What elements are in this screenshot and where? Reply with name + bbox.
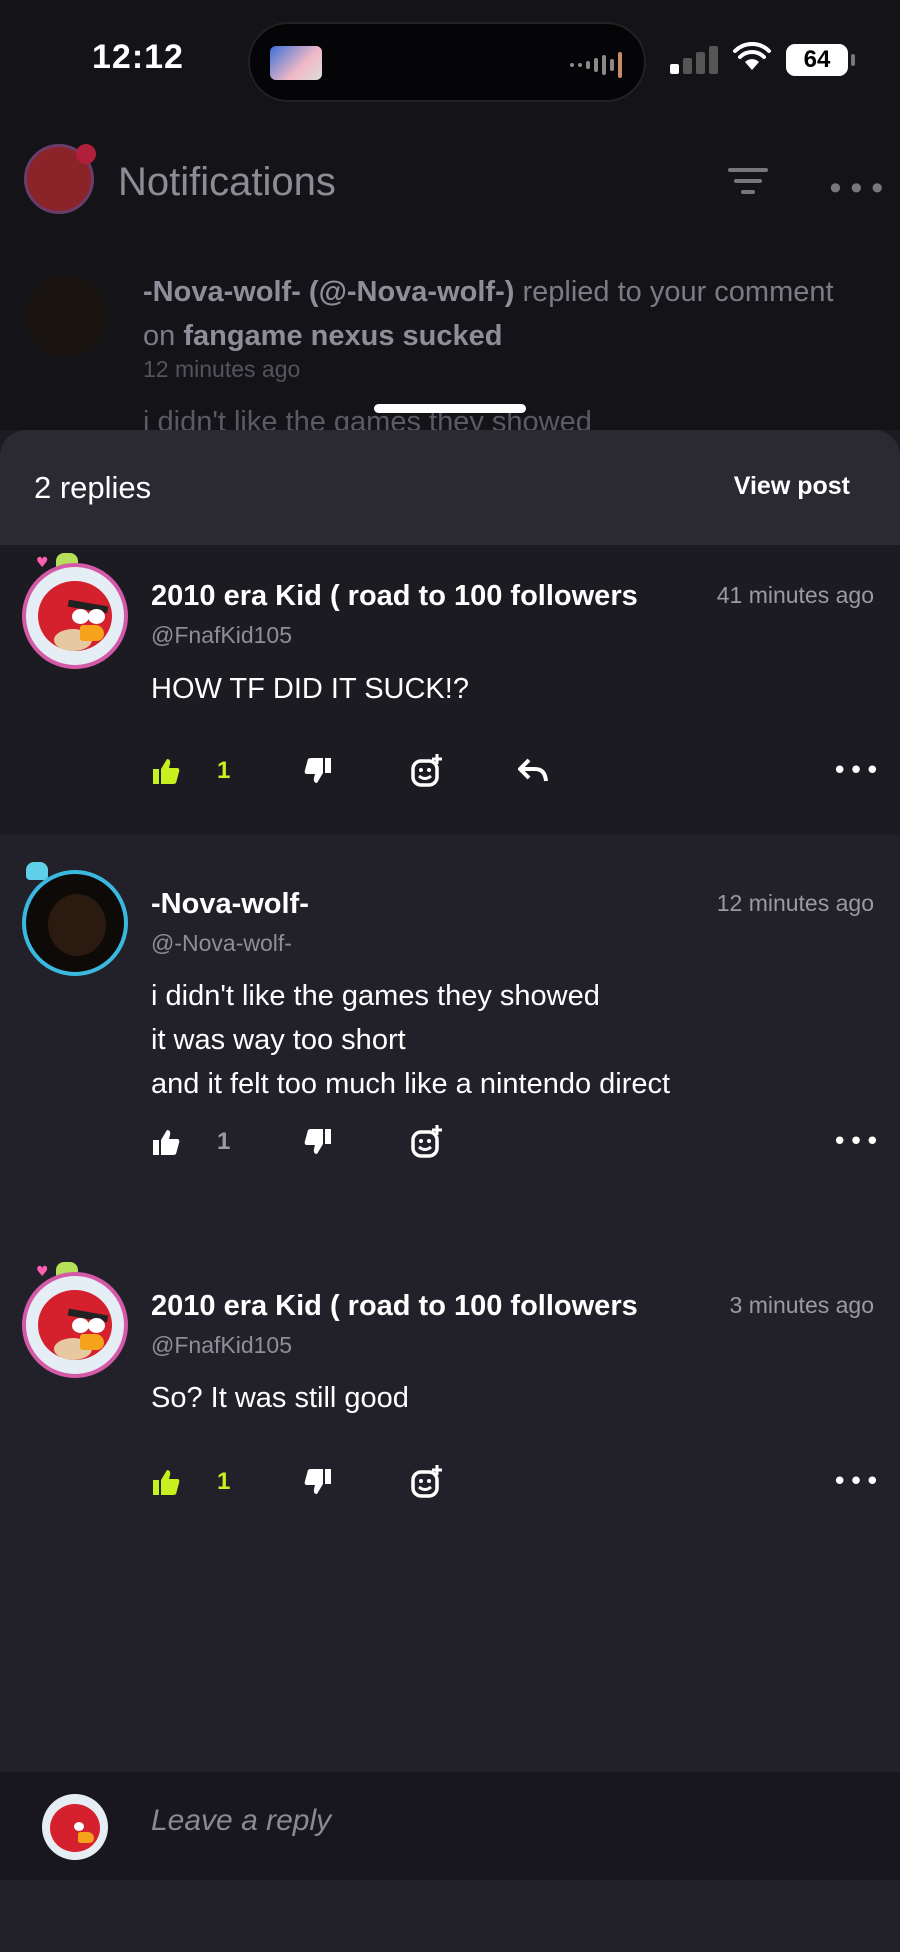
like-count: 1 <box>217 757 231 784</box>
comment-item: ♥ 2010 era Kid ( road to 100 followers 4… <box>0 545 900 835</box>
my-avatar <box>42 1794 108 1860</box>
dislike-button[interactable] <box>303 751 333 791</box>
reply-bar: Leave a reply <box>0 1772 900 1880</box>
comment-line: it was way too short <box>151 1024 406 1056</box>
sheet-header: 2 replies View post <box>0 430 900 545</box>
comment-body: HOW TF DID IT SUCK!? <box>151 667 469 711</box>
notification-avatar <box>26 275 108 357</box>
comment-line: and it felt too much like a nintendo dir… <box>151 1068 671 1100</box>
dislike-button[interactable] <box>303 1462 333 1502</box>
battery-icon: 64 <box>786 44 855 76</box>
heart-decoration-icon: ♥ <box>36 555 49 571</box>
comment-time: 3 minutes ago <box>729 1292 874 1318</box>
more-icon: ••• <box>826 170 889 208</box>
add-reaction-button[interactable] <box>409 751 445 791</box>
sheet-grabber[interactable] <box>374 404 526 413</box>
thumbs-down-icon <box>304 1129 331 1154</box>
avatar[interactable] <box>22 870 128 976</box>
comment-author-name[interactable]: 2010 era Kid ( road to 100 followers <box>151 1290 638 1323</box>
comment-actions: 1 ••• <box>151 1122 881 1162</box>
dislike-button[interactable] <box>303 1122 333 1162</box>
thumbs-up-icon <box>153 759 180 784</box>
like-button[interactable] <box>151 1122 181 1162</box>
thumbs-down-icon <box>304 1469 331 1494</box>
like-count: 1 <box>217 1128 231 1155</box>
reply-arrow-icon <box>518 758 548 782</box>
avatar[interactable] <box>22 563 128 669</box>
notification-text: -Nova-wolf- (@-Nova-wolf-) replied to yo… <box>143 270 843 358</box>
notification-post: fangame nexus sucked <box>183 320 503 352</box>
status-time: 12:12 <box>92 38 184 76</box>
thumbs-up-icon <box>153 1130 180 1155</box>
comment-more-button[interactable]: ••• <box>832 1462 881 1502</box>
like-count: 1 <box>217 1468 231 1495</box>
home-indicator-area <box>0 1880 900 1952</box>
comment-actions: 1 ••• <box>151 1462 881 1502</box>
comment-author-handle: @FnafKid105 <box>151 622 292 648</box>
notification-time: 12 minutes ago <box>143 356 301 382</box>
comment-item: ♥ 2010 era Kid ( road to 100 followers 3… <box>0 1258 900 1558</box>
comment-body: So? It was still good <box>151 1376 409 1420</box>
wifi-icon <box>733 42 771 70</box>
comment-actions: 1 ••• <box>151 751 881 791</box>
reply-input[interactable]: Leave a reply <box>151 1804 331 1838</box>
emoji-add-icon <box>411 754 442 787</box>
comment-time: 12 minutes ago <box>716 890 874 916</box>
now-playing-thumbnail <box>270 46 322 80</box>
notification-actor: -Nova-wolf- (@-Nova-wolf-) <box>143 276 515 308</box>
comment-time: 41 minutes ago <box>716 582 874 608</box>
notifications-title: Notifications <box>118 160 336 204</box>
filter-icon <box>728 168 768 201</box>
reply-button[interactable] <box>517 751 549 791</box>
signal-icon <box>670 46 718 74</box>
comment-author-name[interactable]: 2010 era Kid ( road to 100 followers <box>151 580 638 613</box>
add-reaction-button[interactable] <box>409 1122 445 1162</box>
avatar[interactable] <box>22 1272 128 1378</box>
comment-line: So? It was still good <box>151 1382 409 1414</box>
replies-count: 2 replies <box>34 470 152 505</box>
emoji-add-icon <box>411 1125 442 1158</box>
notification-dot <box>76 144 96 164</box>
comment-item: -Nova-wolf- 12 minutes ago @-Nova-wolf- … <box>0 858 900 1238</box>
status-bar: 12:12 64 <box>0 0 900 110</box>
add-reaction-button[interactable] <box>409 1462 445 1502</box>
replies-sheet: 2 replies View post ♥ 2010 era Kid ( roa… <box>0 430 900 1952</box>
wolf-decoration-icon <box>26 862 48 880</box>
comment-author-handle: @FnafKid105 <box>151 1332 292 1358</box>
like-button[interactable] <box>151 1462 181 1502</box>
emoji-add-icon <box>411 1465 442 1498</box>
like-button[interactable] <box>151 751 181 791</box>
comment-author-handle: @-Nova-wolf- <box>151 930 292 956</box>
more-icon: ••• <box>831 1467 881 1497</box>
view-post-button[interactable]: View post <box>734 472 850 501</box>
thumbs-down-icon <box>304 758 331 783</box>
more-icon: ••• <box>831 756 881 786</box>
comment-author-name[interactable]: -Nova-wolf- <box>151 888 309 921</box>
audio-waveform-icon <box>570 50 622 80</box>
comment-more-button[interactable]: ••• <box>832 1122 881 1162</box>
dynamic-island[interactable] <box>248 22 646 102</box>
notifications-screen-background: Notifications ••• -Nova-wolf- (@-Nova-wo… <box>0 110 900 438</box>
more-icon: ••• <box>831 1127 881 1157</box>
thumbs-up-icon <box>153 1470 180 1495</box>
comment-line: HOW TF DID IT SUCK!? <box>151 673 469 705</box>
comment-more-button[interactable]: ••• <box>832 751 881 791</box>
comment-line: i didn't like the games they showed <box>151 980 600 1012</box>
heart-decoration-icon: ♥ <box>36 1264 49 1280</box>
comment-body: i didn't like the games they showed it w… <box>151 974 670 1106</box>
